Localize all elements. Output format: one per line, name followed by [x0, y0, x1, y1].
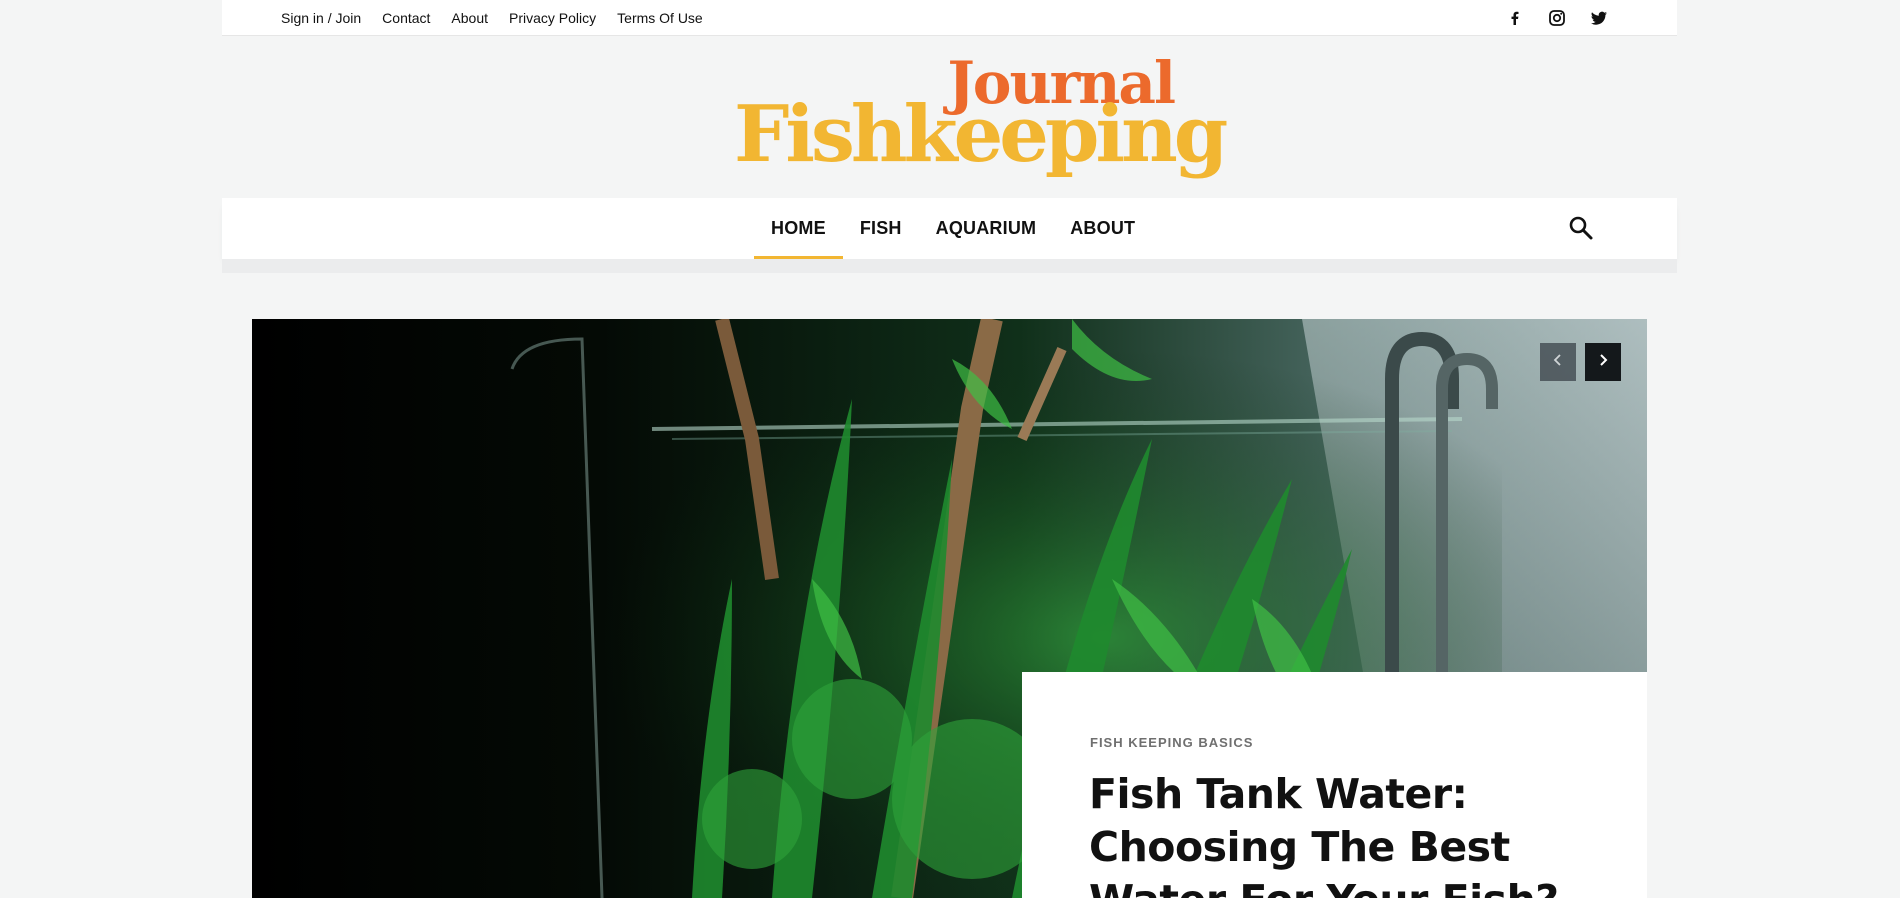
nav-about[interactable]: ABOUT	[1053, 198, 1152, 259]
logo-fishkeeping-text: Fishkeeping	[734, 89, 1228, 180]
chevron-left-icon	[1551, 353, 1565, 372]
logo-area: Journal Fishkeeping	[222, 36, 1677, 198]
sign-in-link[interactable]: Sign in / Join	[281, 10, 361, 26]
nav-home[interactable]: HOME	[754, 198, 843, 259]
terms-of-use-link[interactable]: Terms Of Use	[617, 10, 703, 26]
slider-prev-button[interactable]	[1540, 343, 1576, 381]
top-bar: Sign in / Join Contact About Privacy Pol…	[222, 0, 1677, 36]
hero-slider[interactable]: FISH KEEPING BASICS Fish Tank Water: Cho…	[252, 319, 1647, 898]
main-nav: HOME FISH AQUARIUM ABOUT	[222, 198, 1677, 259]
chevron-right-icon	[1596, 353, 1610, 372]
instagram-icon[interactable]	[1547, 8, 1567, 28]
post-title[interactable]: Fish Tank Water: Choosing The Best Water…	[1089, 768, 1609, 898]
nav-aquarium[interactable]: AQUARIUM	[919, 198, 1054, 259]
facebook-icon[interactable]	[1505, 8, 1525, 28]
menu: HOME FISH AQUARIUM ABOUT	[754, 198, 1152, 259]
about-link[interactable]: About	[451, 10, 488, 26]
twitter-icon[interactable]	[1589, 8, 1609, 28]
site-logo[interactable]: Journal Fishkeeping	[734, 54, 1228, 179]
post-category[interactable]: FISH KEEPING BASICS	[1090, 735, 1253, 750]
nav-shadow-strip	[222, 259, 1677, 273]
search-icon[interactable]	[1567, 214, 1595, 242]
top-links: Sign in / Join Contact About Privacy Pol…	[281, 0, 724, 35]
social-links	[1505, 0, 1609, 35]
contact-link[interactable]: Contact	[382, 10, 430, 26]
privacy-policy-link[interactable]: Privacy Policy	[509, 10, 596, 26]
slider-next-button[interactable]	[1585, 343, 1621, 381]
nav-fish[interactable]: FISH	[843, 198, 919, 259]
featured-post-card[interactable]: FISH KEEPING BASICS Fish Tank Water: Cho…	[1022, 672, 1647, 898]
